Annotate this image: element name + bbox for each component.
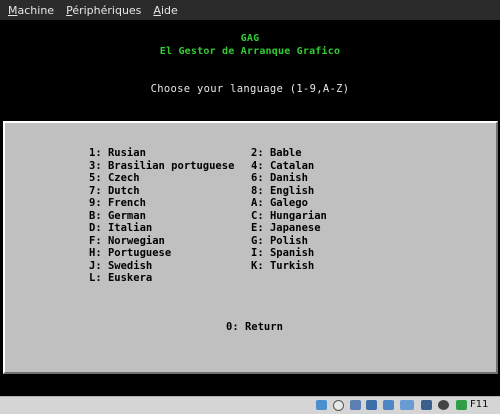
language-option[interactable]: D: Italian [89, 222, 234, 235]
language-option[interactable]: 2: Bable [251, 147, 327, 160]
language-option[interactable]: J: Swedish [89, 260, 234, 273]
mouse-integration-icon[interactable] [438, 400, 449, 410]
language-option[interactable]: A: Galego [251, 197, 327, 210]
language-option[interactable]: 1: Rusian [89, 147, 234, 160]
vm-menubar: Machine Périphériques Aide [0, 0, 500, 20]
language-option[interactable]: I: Spanish [251, 247, 327, 260]
language-option[interactable]: 4: Catalan [251, 160, 327, 173]
hard-disk-icon[interactable] [316, 400, 327, 410]
host-key-label: F11 [470, 399, 489, 410]
menu-help-mnemonic: A [153, 3, 161, 17]
recording-icon[interactable] [421, 400, 432, 410]
vm-screen[interactable]: GAG El Gestor de Arranque Grafico Choose… [0, 20, 500, 396]
return-option[interactable]: 0: Return [226, 321, 283, 333]
menu-machine[interactable]: Machine [8, 4, 54, 17]
optical-drive-icon[interactable] [333, 400, 344, 411]
language-column-left: 1: Rusian 3: Brasilian portuguese 5: Cze… [89, 147, 234, 285]
language-option[interactable]: 8: English [251, 185, 327, 198]
gag-title: GAG [240, 33, 260, 44]
language-option[interactable]: 5: Czech [89, 172, 234, 185]
language-option[interactable]: F: Norwegian [89, 235, 234, 248]
menu-devices[interactable]: Périphériques [66, 4, 141, 17]
language-column-right: 2: Bable 4: Catalan 6: Danish 8: English… [251, 147, 327, 272]
language-option[interactable]: G: Polish [251, 235, 327, 248]
display-icon[interactable] [383, 400, 394, 410]
language-option[interactable]: 3: Brasilian portuguese [89, 160, 234, 173]
language-option[interactable]: 7: Dutch [89, 185, 234, 198]
menu-machine-mnemonic: M [8, 3, 18, 17]
language-option[interactable]: C: Hungarian [251, 210, 327, 223]
language-option[interactable]: B: German [89, 210, 234, 223]
language-panel: 1: Rusian 3: Brasilian portuguese 5: Cze… [3, 121, 498, 374]
language-option[interactable]: H: Portuguese [89, 247, 234, 260]
menu-help-label: ide [160, 3, 178, 17]
vm-statusbar: F11 [0, 396, 500, 414]
language-option[interactable]: K: Turkish [251, 260, 327, 273]
shared-folders-icon[interactable] [366, 400, 377, 410]
language-option[interactable]: 6: Danish [251, 172, 327, 185]
gag-subtitle: El Gestor de Arranque Grafico [159, 46, 341, 57]
menu-machine-label: achine [17, 3, 55, 17]
network-icon[interactable] [400, 400, 414, 410]
language-option[interactable]: E: Japanese [251, 222, 327, 235]
language-option[interactable]: L: Euskera [89, 272, 234, 285]
language-option[interactable]: 9: French [89, 197, 234, 210]
usb-icon[interactable] [350, 400, 361, 410]
language-prompt: Choose your language (1-9,A-Z) [150, 83, 350, 95]
menu-devices-label: ériphériques [72, 3, 142, 17]
keyboard-capture-icon[interactable] [456, 400, 467, 410]
menu-help[interactable]: Aide [153, 4, 177, 17]
